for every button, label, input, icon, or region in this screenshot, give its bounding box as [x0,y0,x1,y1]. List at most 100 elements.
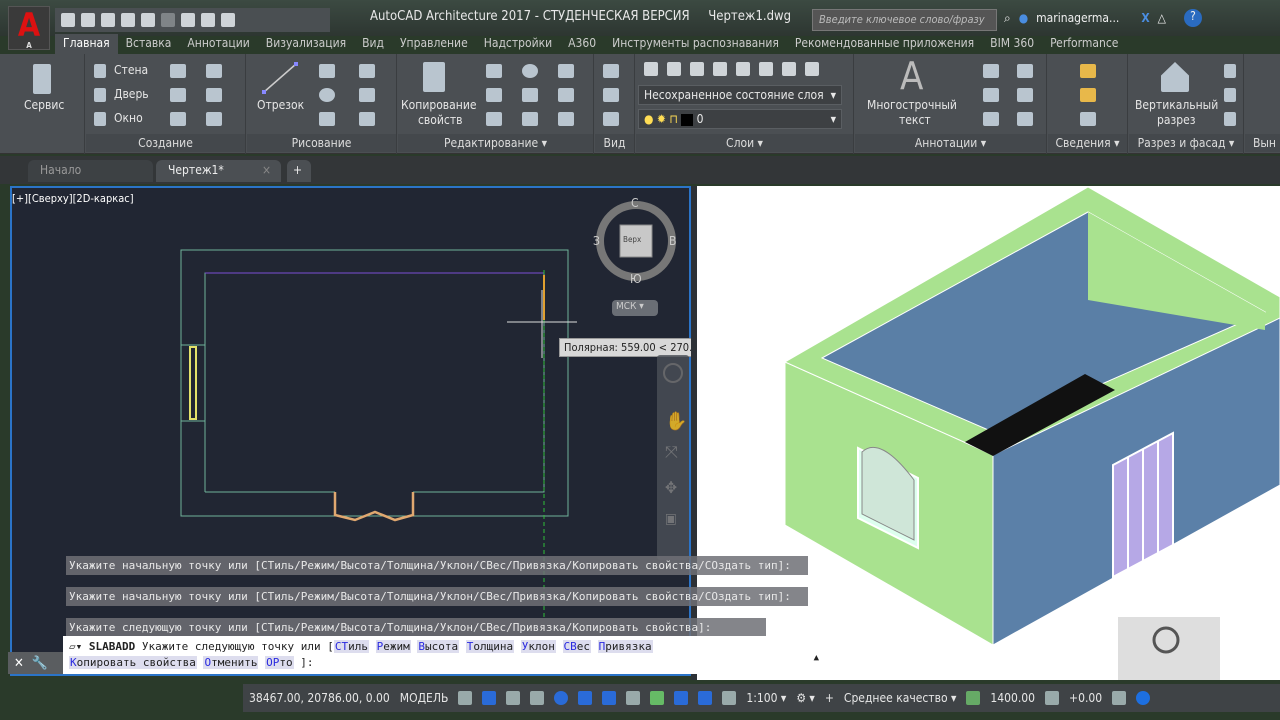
elevation-value[interactable]: 1400.00 [990,691,1035,705]
window-symbol [189,346,197,420]
close-icon[interactable]: ✕ [14,656,24,671]
status-bar: 38467.00, 20786.00, 0.00 МОДЕЛЬ 1:100 ▾ … [243,684,1280,712]
viewcube-top[interactable]: Верх [623,235,641,244]
command-option[interactable]: Копировать свойства [69,656,197,669]
tag-icon[interactable] [983,112,999,126]
panel-section: Вертикальный разрез Разрез и фасад ▾ [1129,54,1244,154]
command-name: SLABADD [88,640,136,653]
command-option[interactable]: Толщина [465,640,515,653]
help-icon[interactable]: ? [1183,9,1202,27]
layer-icon[interactable] [736,62,750,76]
annotation-scale-icon[interactable] [722,691,737,705]
command-option[interactable]: Привязка [597,640,653,653]
offset-value[interactable]: +0.00 [1069,691,1102,705]
zoom-icon[interactable]: ⤧ [665,442,681,462]
viewcube-west[interactable]: З [593,234,600,248]
command-history-line: Укажите начальную точку или [СТиль/Режим… [66,587,808,606]
viewport-controls[interactable]: [+][Сверху][2D-каркас] [12,192,134,205]
offset-icon [1045,691,1060,705]
lineweight-icon[interactable] [626,691,641,705]
ribbon-tab[interactable]: Performance [1042,34,1126,54]
command-history-line: Укажите следующую точку или [СТиль/Режим… [66,618,766,637]
layer-icon[interactable] [805,62,819,76]
dimension-icon[interactable] [983,64,999,78]
hardware-accel-icon[interactable] [1136,691,1151,705]
transparency-icon[interactable] [650,691,665,705]
command-option[interactable]: СТиль [333,640,370,653]
command-option[interactable]: Режим [375,640,411,653]
grid-icon[interactable] [458,691,473,705]
dynamic-input-icon[interactable] [506,691,521,705]
viewcube-3d [1118,617,1220,680]
quality-dropdown[interactable]: Среднее качество ▾ [844,691,956,705]
polar-icon[interactable] [554,691,569,705]
command-line-tools: ✕ 🔧 [8,652,63,674]
command-option[interactable]: Уклон [520,640,556,653]
coordinates-readout[interactable]: 38467.00, 20786.00, 0.00 [249,691,390,705]
hatch-icon[interactable] [1017,64,1033,78]
option-rest: ежим [383,640,410,653]
object-snap-icon[interactable] [602,691,617,705]
ribbon-tab[interactable]: BIM 360 [982,34,1042,54]
option-rest: тменить [211,656,258,669]
command-option[interactable]: Высота [417,640,460,653]
leader-icon[interactable] [983,88,999,102]
scale-dropdown[interactable]: 1:100 ▾ [746,691,786,705]
expand-history-icon[interactable]: ▲ [814,650,819,666]
isodraft-icon[interactable] [578,691,593,705]
command-option[interactable]: ОРто [265,656,294,669]
section-mark-icon[interactable] [1224,112,1236,126]
viewcube-east[interactable]: В [669,234,676,248]
viewcube-north[interactable]: С [631,196,639,210]
a360-icon[interactable]: △ [1158,11,1166,25]
autoscale-icon[interactable] [698,691,713,705]
option-rest: опировать свойства [76,656,196,669]
option-rest: ес [576,640,591,653]
panel-label-section[interactable]: Разрез и фасад ▾ [1129,134,1243,152]
table-icon[interactable] [1017,112,1033,126]
layer-icon[interactable] [713,62,727,76]
command-input[interactable]: ▱▾ SLABADD Укажите следующую точку или [… [63,636,823,674]
pan-icon[interactable]: ✋ [665,411,687,432]
layer-icon[interactable] [759,62,773,76]
snap-icon[interactable] [482,691,497,705]
viewcube-south[interactable]: Ю [630,272,642,286]
orbit-icon[interactable]: ✥ [665,478,681,497]
exchange-icon[interactable]: X [1141,11,1149,25]
plus-icon[interactable]: + [825,691,834,705]
calculator-icon[interactable] [1080,112,1096,126]
elevation-icon[interactable] [1224,64,1236,78]
panel-label-more[interactable]: Вын [1245,134,1280,152]
user-area: ⌕ ● marinagerma... X △ ? [1004,9,1202,27]
search-input[interactable]: Введите ключевое слово/фразу [812,9,997,31]
layer-icon[interactable] [782,62,796,76]
ribbon-tab[interactable]: Рекомендованные приложения [787,34,982,54]
option-rest: иль [348,640,369,653]
distance-icon[interactable] [1080,64,1096,78]
annotation-visibility-icon[interactable] [674,691,689,705]
user-name[interactable]: marinagerma... [1036,11,1119,25]
callout-icon[interactable] [1224,88,1236,102]
binoculars-icon[interactable]: ⌕ [1004,11,1011,26]
elevation-label-icon[interactable] [1017,88,1033,102]
model-button[interactable]: МОДЕЛЬ [400,691,449,705]
isolate-icon[interactable] [1112,691,1127,705]
option-key: СТ [334,640,349,653]
vertical-section-button[interactable]: Вертикальный [1135,98,1218,112]
ortho-icon[interactable] [530,691,545,705]
panel-annotations: A Многострочный текст Аннотации ▾ [855,54,1047,154]
gear-icon[interactable]: ⚙ ▾ [796,691,815,705]
command-option[interactable]: СВес [562,640,592,653]
option-rest: олщина [473,640,514,653]
panel-label-info[interactable]: Сведения ▾ [1048,134,1127,152]
command-icon[interactable]: ▱▾ [69,640,82,653]
showmotion-icon[interactable]: ▣ [665,511,681,527]
wrench-icon[interactable]: 🔧 [32,656,48,671]
ucs-menu[interactable]: МСК ▾ [612,300,658,316]
steering-wheel-icon[interactable] [663,363,683,383]
area-icon[interactable] [1080,88,1096,102]
panel-label-annotations[interactable]: Аннотации ▾ [855,134,1046,152]
panel-info: Сведения ▾ [1048,54,1128,154]
command-option[interactable]: Отменить [203,656,259,669]
mtext-button[interactable]: Многострочный [867,98,957,112]
